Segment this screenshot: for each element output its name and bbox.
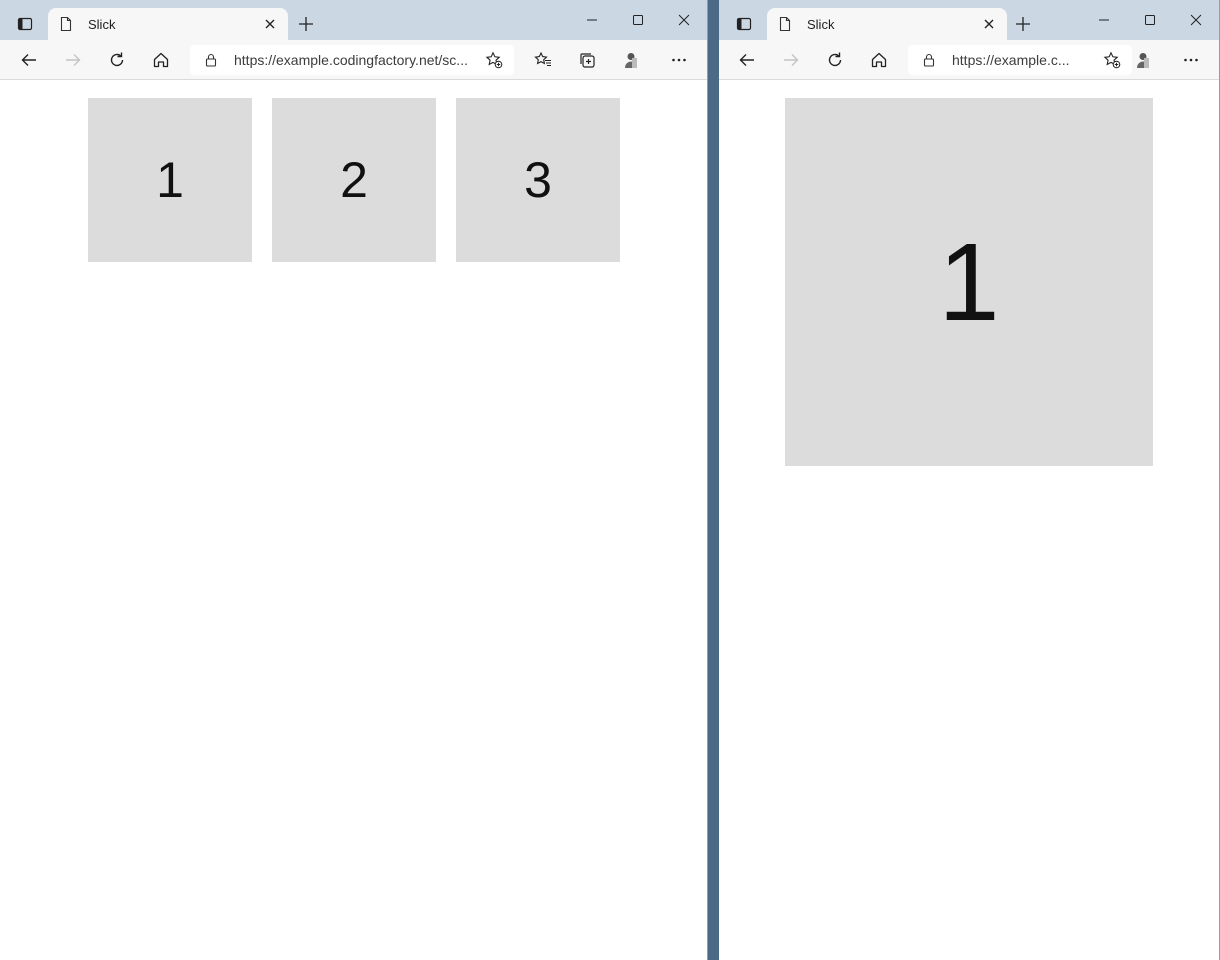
slide-2[interactable]: 2	[272, 98, 436, 262]
slide-label: 3	[524, 152, 552, 208]
tab-actions-icon	[736, 16, 752, 32]
collections-button[interactable]	[573, 46, 601, 74]
navigation-toolbar: https://example.codingfactory.net/sc...	[0, 40, 707, 80]
slide-label: 1	[938, 220, 1000, 344]
home-icon	[153, 52, 169, 68]
slide-label: 1	[156, 152, 184, 208]
refresh-icon	[110, 52, 124, 67]
back-icon	[21, 54, 36, 66]
close-icon	[678, 14, 690, 26]
maximize-button[interactable]	[623, 6, 653, 34]
page-content: 1	[719, 80, 1219, 960]
minimize-button[interactable]	[1089, 6, 1119, 34]
more-button[interactable]	[1177, 46, 1205, 74]
lock-icon	[922, 53, 936, 67]
profile-icon	[625, 53, 637, 68]
favorites-button[interactable]	[529, 46, 557, 74]
tab-title: Slick	[88, 16, 116, 32]
navigation-toolbar: https://example.c...	[719, 40, 1219, 80]
add-favorite-button[interactable]	[1102, 50, 1122, 70]
url-text[interactable]: https://example.codingfactory.net/sc...	[234, 52, 468, 68]
home-icon	[871, 52, 887, 68]
home-button[interactable]	[865, 46, 893, 74]
slide-label: 2	[340, 152, 368, 208]
home-button[interactable]	[147, 46, 175, 74]
title-bar: Slick	[719, 0, 1219, 40]
back-icon	[739, 54, 754, 66]
tab-actions-icon	[17, 16, 33, 32]
refresh-button[interactable]	[821, 46, 849, 74]
favorite-add-icon	[485, 51, 503, 69]
back-button[interactable]	[733, 46, 761, 74]
address-bar[interactable]: https://example.c...	[908, 45, 1132, 75]
profile-button[interactable]	[1130, 46, 1158, 74]
close-window-button[interactable]	[1181, 6, 1211, 34]
tab-slick[interactable]: Slick	[767, 8, 1007, 40]
lock-icon	[204, 53, 218, 67]
page-content: 1 2 3	[0, 80, 707, 960]
browser-window-right: Slick https://example.c... 1	[719, 0, 1220, 960]
refresh-button[interactable]	[103, 46, 131, 74]
page-icon	[58, 16, 74, 32]
back-button[interactable]	[15, 46, 43, 74]
forward-icon	[784, 54, 799, 66]
more-button[interactable]	[665, 46, 693, 74]
tab-slick[interactable]: Slick	[48, 8, 288, 40]
close-icon	[1190, 14, 1202, 26]
tab-actions-button[interactable]	[8, 9, 42, 39]
favorites-icon	[534, 51, 551, 67]
new-tab-button[interactable]	[294, 12, 318, 36]
forward-icon	[66, 54, 81, 66]
maximize-icon	[633, 15, 643, 25]
close-tab-button[interactable]	[262, 16, 278, 32]
more-icon	[672, 58, 686, 62]
address-bar[interactable]: https://example.codingfactory.net/sc...	[190, 45, 514, 75]
forward-button[interactable]	[777, 46, 805, 74]
maximize-button[interactable]	[1135, 6, 1165, 34]
minimize-icon	[587, 19, 597, 21]
add-favorite-button[interactable]	[484, 50, 504, 70]
forward-button[interactable]	[59, 46, 87, 74]
slide-3[interactable]: 3	[456, 98, 620, 262]
new-tab-button[interactable]	[1011, 12, 1035, 36]
collections-icon	[580, 53, 595, 68]
more-icon	[1184, 58, 1198, 62]
plus-icon	[1016, 17, 1030, 31]
favorite-add-icon	[1103, 51, 1121, 69]
close-window-button[interactable]	[669, 6, 699, 34]
tab-title: Slick	[807, 16, 835, 32]
plus-icon	[299, 17, 313, 31]
minimize-button[interactable]	[577, 6, 607, 34]
slide-1[interactable]: 1	[88, 98, 252, 262]
url-text[interactable]: https://example.c...	[952, 52, 1086, 68]
profile-button[interactable]	[618, 46, 646, 74]
minimize-icon	[1099, 19, 1109, 21]
page-icon	[777, 16, 793, 32]
close-icon	[984, 19, 994, 29]
slide-1[interactable]: 1	[785, 98, 1153, 466]
profile-icon	[1137, 53, 1149, 68]
refresh-icon	[828, 52, 842, 67]
title-bar: Slick	[0, 0, 707, 40]
tab-actions-button[interactable]	[727, 9, 761, 39]
close-tab-button[interactable]	[981, 16, 997, 32]
browser-window-left: Slick https://example.codingfactory.net/…	[0, 0, 708, 960]
maximize-icon	[1145, 15, 1155, 25]
close-icon	[265, 19, 275, 29]
